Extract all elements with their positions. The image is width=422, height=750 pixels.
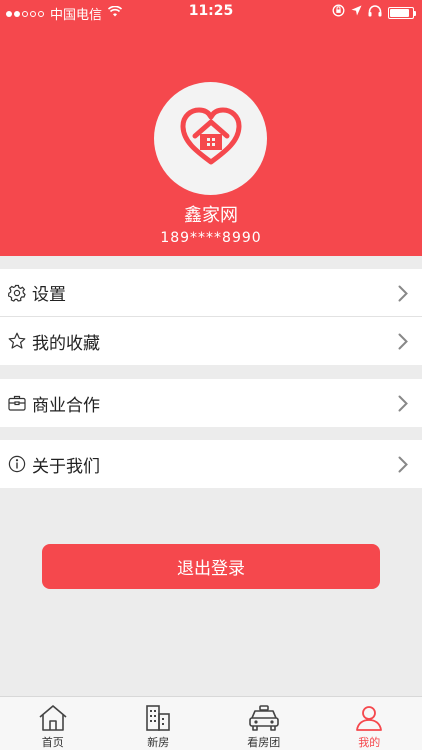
- logout-button[interactable]: 退出登录: [42, 544, 380, 589]
- car-icon: [248, 703, 280, 732]
- rotation-lock-icon: [332, 4, 345, 21]
- menu-item-label: 我的收藏: [32, 333, 100, 354]
- heart-house-icon: [178, 107, 244, 171]
- chevron-right-icon: [398, 333, 408, 354]
- tab-label: 首页: [41, 736, 64, 749]
- profile-header: 中国电信 11:25 鑫家网 189****8990: [0, 0, 422, 256]
- chevron-right-icon: [398, 456, 408, 477]
- building-icon: [144, 703, 172, 732]
- gear-icon: [8, 284, 26, 302]
- star-icon: [8, 332, 26, 350]
- profile-phone: 189****8990: [160, 230, 262, 246]
- user-icon: [355, 703, 383, 732]
- tab-house-tour[interactable]: 看房团: [211, 697, 317, 750]
- menu-item-favorites[interactable]: 我的收藏: [0, 317, 422, 365]
- chevron-right-icon: [398, 395, 408, 416]
- menu-group-account: 设置 我的收藏: [0, 269, 422, 365]
- status-bar: 中国电信 11:25: [0, 0, 422, 24]
- chevron-right-icon: [398, 285, 408, 306]
- menu-item-settings[interactable]: 设置: [0, 269, 422, 317]
- tab-bar: 首页 新房 看房团 我的: [0, 696, 422, 750]
- location-arrow-icon: [351, 5, 362, 20]
- battery-icon: [388, 6, 416, 19]
- info-icon: [8, 455, 26, 473]
- tab-label: 新房: [147, 736, 170, 749]
- tab-mine[interactable]: 我的: [317, 697, 422, 750]
- avatar[interactable]: [154, 82, 267, 195]
- menu-item-label: 商业合作: [32, 395, 100, 416]
- menu-item-label: 关于我们: [32, 456, 100, 477]
- tab-label: 看房团: [247, 736, 281, 749]
- home-icon: [38, 703, 68, 732]
- tab-label: 我的: [358, 736, 381, 749]
- menu-item-label: 设置: [32, 285, 66, 305]
- menu-group-about: 关于我们: [0, 440, 422, 488]
- profile-name: 鑫家网: [184, 205, 238, 226]
- menu-item-about-us[interactable]: 关于我们: [0, 440, 422, 488]
- tab-home[interactable]: 首页: [0, 697, 106, 750]
- menu-group-business: 商业合作: [0, 379, 422, 427]
- briefcase-icon: [8, 394, 26, 412]
- tab-new-homes[interactable]: 新房: [106, 697, 212, 750]
- headphones-icon: [368, 4, 382, 21]
- menu-item-business-cooperation[interactable]: 商业合作: [0, 379, 422, 427]
